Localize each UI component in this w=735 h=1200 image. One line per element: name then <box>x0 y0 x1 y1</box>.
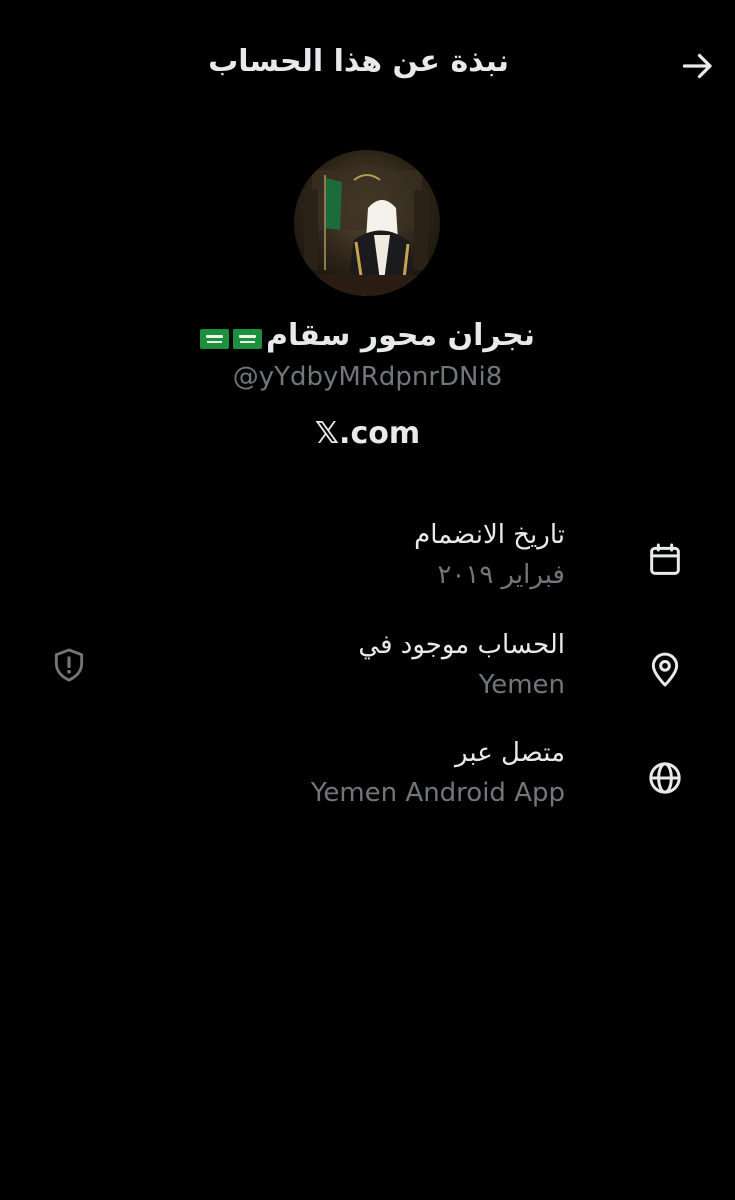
top-bar: نبذة عن هذا الحساب <box>0 0 735 130</box>
joined-date-label: تاريخ الانضمام <box>414 520 565 550</box>
display-name-row: نجران محور سقام <box>0 318 735 353</box>
joined-date-value: فبراير ٢٠١٩ <box>437 560 565 590</box>
joined-date-row: تاريخ الانضمام فبراير ٢٠١٩ <box>25 520 685 600</box>
connected-via-row: متصل عبر Yemen Android App <box>25 738 685 818</box>
profile-avatar[interactable] <box>294 150 440 296</box>
back-button[interactable] <box>676 44 720 88</box>
user-handle: @yYdbyMRdpnrDNi8 <box>232 362 503 392</box>
location-value: Yemen <box>478 670 565 700</box>
saudi-flag-icon <box>200 328 230 349</box>
platform-label: 𝕏.com <box>314 416 421 451</box>
connected-via-value: Yemen Android App <box>310 778 565 808</box>
shield-alert-icon[interactable] <box>50 645 88 685</box>
location-pin-icon <box>651 652 679 687</box>
location-label: الحساب موجود في <box>358 630 565 660</box>
page-title: نبذة عن هذا الحساب <box>208 44 509 79</box>
saudi-flag-icon <box>233 328 263 349</box>
display-name: نجران محور سقام <box>266 318 535 353</box>
calendar-icon <box>650 543 680 575</box>
globe-icon <box>649 762 681 794</box>
arrow-right-icon <box>682 53 712 79</box>
connected-via-label: متصل عبر <box>455 738 565 768</box>
location-row: الحساب موجود في Yemen <box>25 630 685 710</box>
